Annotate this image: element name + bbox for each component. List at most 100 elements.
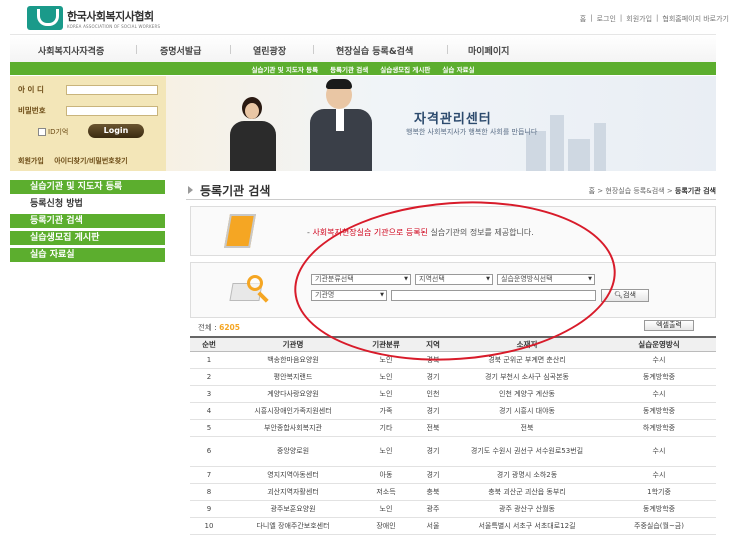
col-header-name: 기관명 bbox=[228, 336, 358, 352]
sidebar-item-board[interactable]: 실습생모집 게시판 bbox=[10, 231, 165, 245]
search-field-select[interactable]: 기관명 bbox=[311, 290, 387, 301]
magnifier-icon bbox=[229, 273, 271, 307]
cell-name[interactable]: 다니엘 장애주간보호센터 bbox=[228, 517, 358, 535]
breadcrumb-mid[interactable]: 현장실습 등록&검색 bbox=[605, 187, 664, 195]
cell-name[interactable]: 평안복지랜드 bbox=[228, 368, 358, 386]
cell-name[interactable]: 괴산지역자활센터 bbox=[228, 483, 358, 501]
id-label: 아 이 디 bbox=[18, 85, 44, 94]
cell-name[interactable]: 광주보훈요양원 bbox=[228, 500, 358, 518]
region-select[interactable]: 지역선택 bbox=[415, 274, 493, 285]
subnav-item-search[interactable]: 등록기관 검색 bbox=[330, 64, 368, 74]
top-link-association[interactable]: 협회홈페이지 바로가기 bbox=[662, 14, 729, 24]
cell-address: 인천 계양구 계산동 bbox=[452, 385, 602, 403]
nav-item-practice[interactable]: 현장실습 등록&검색 bbox=[336, 44, 413, 57]
total-label: 전체 : bbox=[198, 323, 220, 332]
cell-region: 경기 bbox=[414, 368, 452, 386]
password-label: 비밀번호 bbox=[18, 106, 46, 115]
keyword-input[interactable] bbox=[391, 290, 596, 301]
top-links: 홈 | 로그인 | 회원가입 | 협회홈페이지 바로가기 bbox=[580, 14, 729, 24]
table-row[interactable]: 8 괴산지역자활센터 저소득 충북 충북 괴산군 괴산읍 동부리 1학기중 bbox=[190, 483, 716, 501]
search-button[interactable]: 🔍︎검색 bbox=[601, 289, 649, 302]
nav-item-certificate[interactable]: 사회복지사자격증 bbox=[38, 44, 104, 57]
table-row[interactable]: 5 부안종합사회복지관 기타 전북 전북 하계방학중 bbox=[190, 419, 716, 437]
table-row[interactable]: 7 영지지역아동센터 아동 경기 경기 광명시 소하2동 수시 bbox=[190, 466, 716, 484]
cell-address: 경북 군위군 부계면 춘산리 bbox=[452, 351, 602, 369]
cell-name[interactable]: 계양다사랑요양원 bbox=[228, 385, 358, 403]
search-panel: 기관분류선택 지역선택 실습운영방식선택 기관명 🔍︎검색 bbox=[190, 262, 716, 318]
cell-address: 전북 bbox=[452, 419, 602, 437]
method-select[interactable]: 실습운영방식선택 bbox=[497, 274, 595, 285]
search-icon: 🔍︎ bbox=[614, 291, 623, 299]
login-button[interactable]: Login bbox=[88, 124, 144, 138]
excel-export-button[interactable]: 엑셀출력 bbox=[644, 320, 694, 331]
subnav-item-archive[interactable]: 실습 자료실 bbox=[442, 64, 474, 74]
cell-name[interactable]: 영지지역아동센터 bbox=[228, 466, 358, 484]
signup-link[interactable]: 회원가입 bbox=[18, 157, 44, 165]
table-row[interactable]: 6 중앙양로원 노인 경기 경기도 수원시 권선구 서수원로53번길 수시 bbox=[190, 436, 716, 467]
login-panel: 아 이 디 비밀번호 ID기억 Login 회원가입 아이디찾기/비밀번호찾기 bbox=[10, 76, 166, 171]
cell-category: 장애인 bbox=[358, 517, 414, 535]
cell-name[interactable]: 중앙양로원 bbox=[228, 436, 358, 467]
cell-category: 저소득 bbox=[358, 483, 414, 501]
hero-banner: 자격관리센터 행복한 사회복지사가 행복한 사회를 만듭니다 bbox=[166, 76, 716, 171]
find-account-link[interactable]: 아이디찾기/비밀번호찾기 bbox=[54, 157, 127, 165]
cell-no: 8 bbox=[190, 483, 228, 501]
id-input[interactable] bbox=[66, 84, 158, 95]
building-graphic bbox=[550, 115, 564, 171]
password-input[interactable] bbox=[66, 105, 158, 116]
cell-name[interactable]: 백송한마음요양원 bbox=[228, 351, 358, 369]
sidebar-item-archive[interactable]: 실습 자료실 bbox=[10, 248, 165, 262]
cell-address: 충북 괴산군 괴산읍 동부리 bbox=[452, 483, 602, 501]
remember-id-checkbox[interactable] bbox=[38, 128, 46, 136]
cell-category: 아동 bbox=[358, 466, 414, 484]
table-body: 1 백송한마음요양원 노인 경북 경북 군위군 부계면 춘산리 수시 2 평안복지랜드 노인 경기… bbox=[190, 351, 716, 535]
sidebar-item-register[interactable]: 실습기관 및 지도자 등록 bbox=[10, 180, 165, 194]
building-graphic bbox=[594, 123, 606, 171]
top-link-login[interactable]: 로그인 bbox=[597, 14, 616, 24]
table-row[interactable]: 10 다니엘 장애주간보호센터 장애인 서울 서울특별시 서초구 서초대로12길 주중실습… bbox=[190, 517, 716, 535]
cell-category: 노인 bbox=[358, 351, 414, 369]
cell-method: 주중실습(월~금) bbox=[602, 517, 716, 535]
site-logo[interactable]: 한국사회복지사협회 KOREA ASSOCIATION OF SOCIAL WO… bbox=[27, 6, 160, 30]
breadcrumb-home[interactable]: 홈 bbox=[589, 187, 595, 195]
nav-item-open-square[interactable]: 열린광장 bbox=[253, 44, 286, 57]
col-header-region: 지역 bbox=[414, 336, 452, 352]
table-row[interactable]: 4 시흥시장애인가족지원센터 가족 경기 경기 시흥시 대야동 동계방학중 bbox=[190, 402, 716, 420]
category-select[interactable]: 기관분류선택 bbox=[311, 274, 411, 285]
nav-item-issue[interactable]: 증명서발급 bbox=[160, 44, 201, 57]
nav-item-mypage[interactable]: 마이페이지 bbox=[468, 44, 509, 57]
cell-method: 동계방학중 bbox=[602, 402, 716, 420]
cell-region: 서울 bbox=[414, 517, 452, 535]
subnav-item-register[interactable]: 실습기관 및 지도자 등록 bbox=[251, 64, 318, 74]
cell-no: 10 bbox=[190, 517, 228, 535]
subnav-item-board[interactable]: 실습생모집 게시판 bbox=[380, 64, 430, 74]
institution-table: 순번 기관명 기관분류 지역 소재지 실습운영방식 1 백송한마음요양원 노인 경북 경… bbox=[190, 336, 716, 535]
man-illustration bbox=[306, 79, 376, 171]
cell-region: 충북 bbox=[414, 483, 452, 501]
info-box: - 사회복지현장실습 기관으로 등록된 실습기관의 정보를 제공합니다. bbox=[190, 206, 716, 256]
info-rest: 실습기관의 정보를 제공합니다. bbox=[427, 228, 534, 237]
cell-category: 기타 bbox=[358, 419, 414, 437]
cell-region: 인천 bbox=[414, 385, 452, 403]
sidebar-item-search[interactable]: 등록기관 검색 bbox=[10, 214, 165, 228]
cell-name[interactable]: 시흥시장애인가족지원센터 bbox=[228, 402, 358, 420]
table-row[interactable]: 9 광주보훈요양원 노인 광주 광주 광산구 산월동 동계방학중 bbox=[190, 500, 716, 518]
sidebar-item-how-to-apply[interactable]: 등록신청 방법 bbox=[10, 197, 165, 211]
total-count: 전체 : 6205 bbox=[198, 322, 240, 333]
table-row[interactable]: 1 백송한마음요양원 노인 경북 경북 군위군 부계면 춘산리 수시 bbox=[190, 351, 716, 369]
cell-name[interactable]: 부안종합사회복지관 bbox=[228, 419, 358, 437]
table-row[interactable]: 2 평안복지랜드 노인 경기 경기 부천시 소사구 심곡본동 동계방학중 bbox=[190, 368, 716, 386]
cell-no: 6 bbox=[190, 436, 228, 467]
sidebar-menu: 실습기관 및 지도자 등록 등록신청 방법 등록기관 검색 실습생모집 게시판 … bbox=[10, 180, 165, 265]
top-link-home[interactable]: 홈 bbox=[580, 14, 586, 24]
table-row[interactable]: 3 계양다사랑요양원 노인 인천 인천 계양구 계산동 수시 bbox=[190, 385, 716, 403]
top-link-sep: | bbox=[656, 14, 659, 22]
cell-no: 1 bbox=[190, 351, 228, 369]
breadcrumb-current: 등록기관 검색 bbox=[674, 187, 716, 195]
cell-method: 수시 bbox=[602, 351, 716, 369]
top-link-signup[interactable]: 회원가입 bbox=[626, 14, 652, 24]
col-header-address: 소재지 bbox=[452, 336, 602, 352]
cell-method: 수시 bbox=[602, 466, 716, 484]
cell-no: 2 bbox=[190, 368, 228, 386]
nav-divider bbox=[230, 45, 231, 54]
